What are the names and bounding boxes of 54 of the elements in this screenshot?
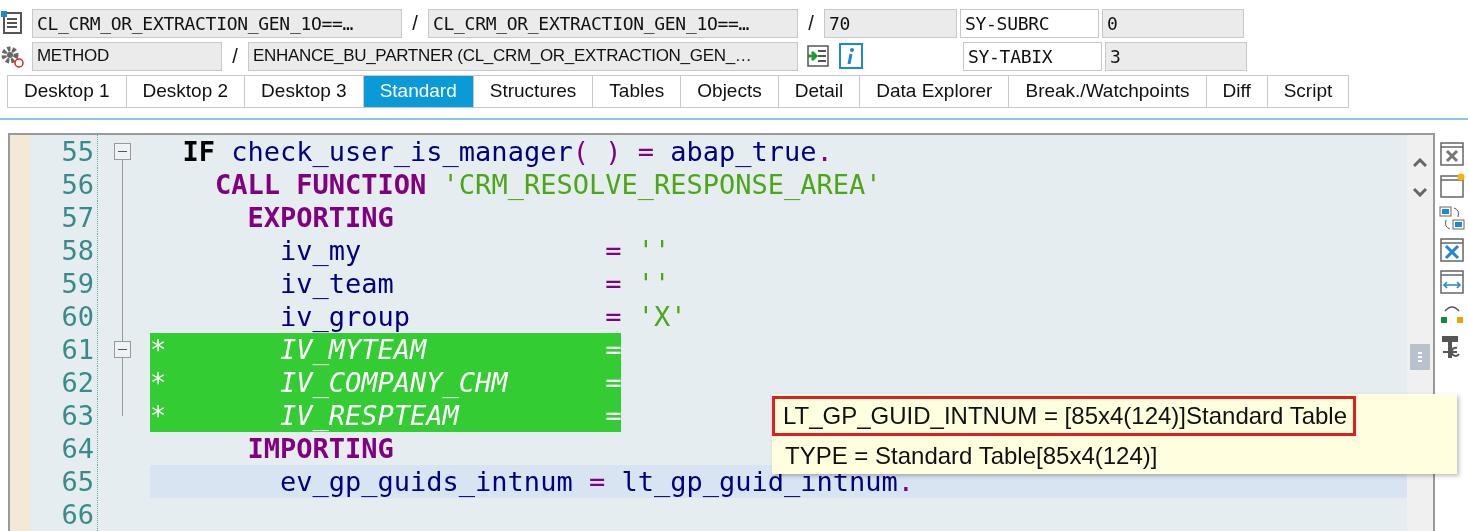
close-window-icon[interactable] xyxy=(1438,141,1465,167)
tab[interactable]: Break./Watchpoints xyxy=(1008,75,1207,108)
system-field-name: SY-SUBRC xyxy=(960,8,1099,38)
swap-windows-icon[interactable] xyxy=(1438,205,1465,231)
line-number: 55 xyxy=(30,135,98,168)
program-field: CL_CRM_OR_EXTRACTION_GEN_1O==… xyxy=(32,8,402,38)
scroll-down-icon[interactable] xyxy=(1413,187,1427,197)
fold-toggle[interactable] xyxy=(114,341,131,358)
tab[interactable]: Diff xyxy=(1205,75,1268,108)
line-number: 65 xyxy=(30,465,98,498)
insert-icon[interactable] xyxy=(805,43,831,69)
path-separator: / xyxy=(807,11,815,36)
line-number: 58 xyxy=(30,234,98,267)
system-field-value: 0 xyxy=(1102,8,1244,38)
line-number: 61 xyxy=(30,333,98,366)
line-number: 57 xyxy=(30,201,98,234)
system-field-value: 3 xyxy=(1105,41,1247,71)
include-field: CL_CRM_OR_EXTRACTION_GEN_1O==… xyxy=(428,8,798,38)
scrollbar-thumb[interactable] xyxy=(1410,344,1430,370)
path-separator: / xyxy=(231,44,239,69)
resize-horizontal-icon[interactable] xyxy=(1438,269,1465,295)
tab[interactable]: Detail xyxy=(777,75,861,108)
system-field-name: SY-TABIX xyxy=(963,41,1102,71)
tab[interactable]: Data Explorer xyxy=(859,75,1010,108)
path-separator: / xyxy=(411,11,419,36)
tab[interactable]: Structures xyxy=(472,75,594,108)
line-number: 62 xyxy=(30,366,98,399)
new-window-icon[interactable] xyxy=(1438,173,1465,199)
code-line: iv_group = 'X' xyxy=(279,300,687,333)
line-field: 70 xyxy=(824,8,957,38)
line-number: 66 xyxy=(30,498,98,531)
line-number: 59 xyxy=(30,267,98,300)
tab[interactable]: Objects xyxy=(680,75,779,108)
code-line: IMPORTING xyxy=(246,432,394,465)
tab[interactable]: Desktop 2 xyxy=(125,75,246,108)
code-line: iv_team = '' xyxy=(279,267,671,300)
code-line: iv_my = '' xyxy=(279,234,671,267)
type-field: METHOD xyxy=(32,41,222,71)
code-line: EXPORTING xyxy=(246,201,394,234)
code-line: IF check_user_is_manager( ) = abap_true. xyxy=(181,135,833,168)
event-field: ENHANCE_BU_PARTNER (CL_CRM_OR_EXTRACTION_GEN_… xyxy=(248,41,798,71)
line-number: 56 xyxy=(30,168,98,201)
maximize-icon[interactable] xyxy=(1438,237,1465,263)
line-number: 60 xyxy=(30,300,98,333)
line-number: 63 xyxy=(30,399,98,432)
scroll-up-icon[interactable] xyxy=(1413,158,1427,168)
tab[interactable]: Desktop 3 xyxy=(244,75,364,108)
tab[interactable]: Desktop 1 xyxy=(7,75,127,108)
line-number: 64 xyxy=(30,432,98,465)
code-line: CALL FUNCTION 'CRM_RESOLVE_RESPONSE_AREA' xyxy=(214,168,882,201)
tab[interactable]: Tables xyxy=(592,75,682,108)
tab[interactable]: Script xyxy=(1266,75,1350,108)
info-icon[interactable] xyxy=(839,43,863,69)
fold-toggle[interactable] xyxy=(114,143,131,160)
